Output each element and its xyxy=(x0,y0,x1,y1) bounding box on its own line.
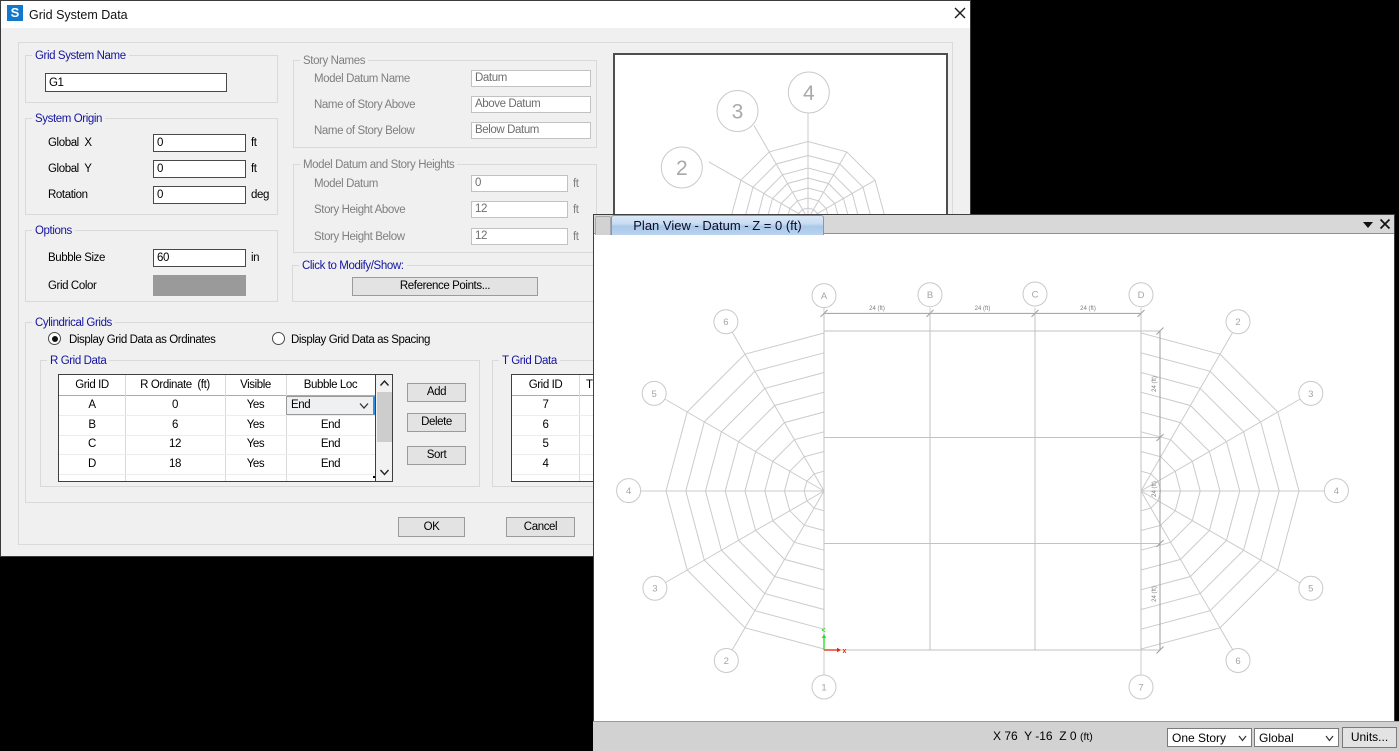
svg-text:x: x xyxy=(843,648,847,655)
svg-text:24 (ft): 24 (ft) xyxy=(975,306,991,312)
svg-text:24 (ft): 24 (ft) xyxy=(869,306,885,312)
svg-text:24 (ft): 24 (ft) xyxy=(1152,481,1158,497)
svg-text:3: 3 xyxy=(652,584,657,595)
svg-text:24 (ft): 24 (ft) xyxy=(1152,586,1158,602)
svg-text:2: 2 xyxy=(1235,317,1240,328)
svg-text:D: D xyxy=(1138,290,1145,301)
svg-text:6: 6 xyxy=(1235,656,1240,667)
svg-text:2: 2 xyxy=(724,656,729,667)
svg-text:A: A xyxy=(821,291,828,302)
svg-text:C: C xyxy=(1032,289,1039,300)
svg-text:7: 7 xyxy=(1138,682,1143,693)
svg-text:1: 1 xyxy=(821,682,826,693)
svg-text:3: 3 xyxy=(1308,389,1313,400)
svg-text:2: 2 xyxy=(676,157,688,180)
svg-text:4: 4 xyxy=(1334,486,1339,497)
svg-text:4: 4 xyxy=(626,486,631,497)
svg-text:24 (ft): 24 (ft) xyxy=(1152,376,1158,392)
svg-text:6: 6 xyxy=(723,317,728,328)
svg-text:3: 3 xyxy=(732,101,744,124)
svg-text:4: 4 xyxy=(803,82,815,105)
svg-text:<: < xyxy=(822,628,826,635)
svg-text:5: 5 xyxy=(1308,584,1313,595)
svg-text:B: B xyxy=(927,290,933,301)
svg-text:5: 5 xyxy=(652,389,657,400)
svg-text:24 (ft): 24 (ft) xyxy=(1080,306,1096,312)
